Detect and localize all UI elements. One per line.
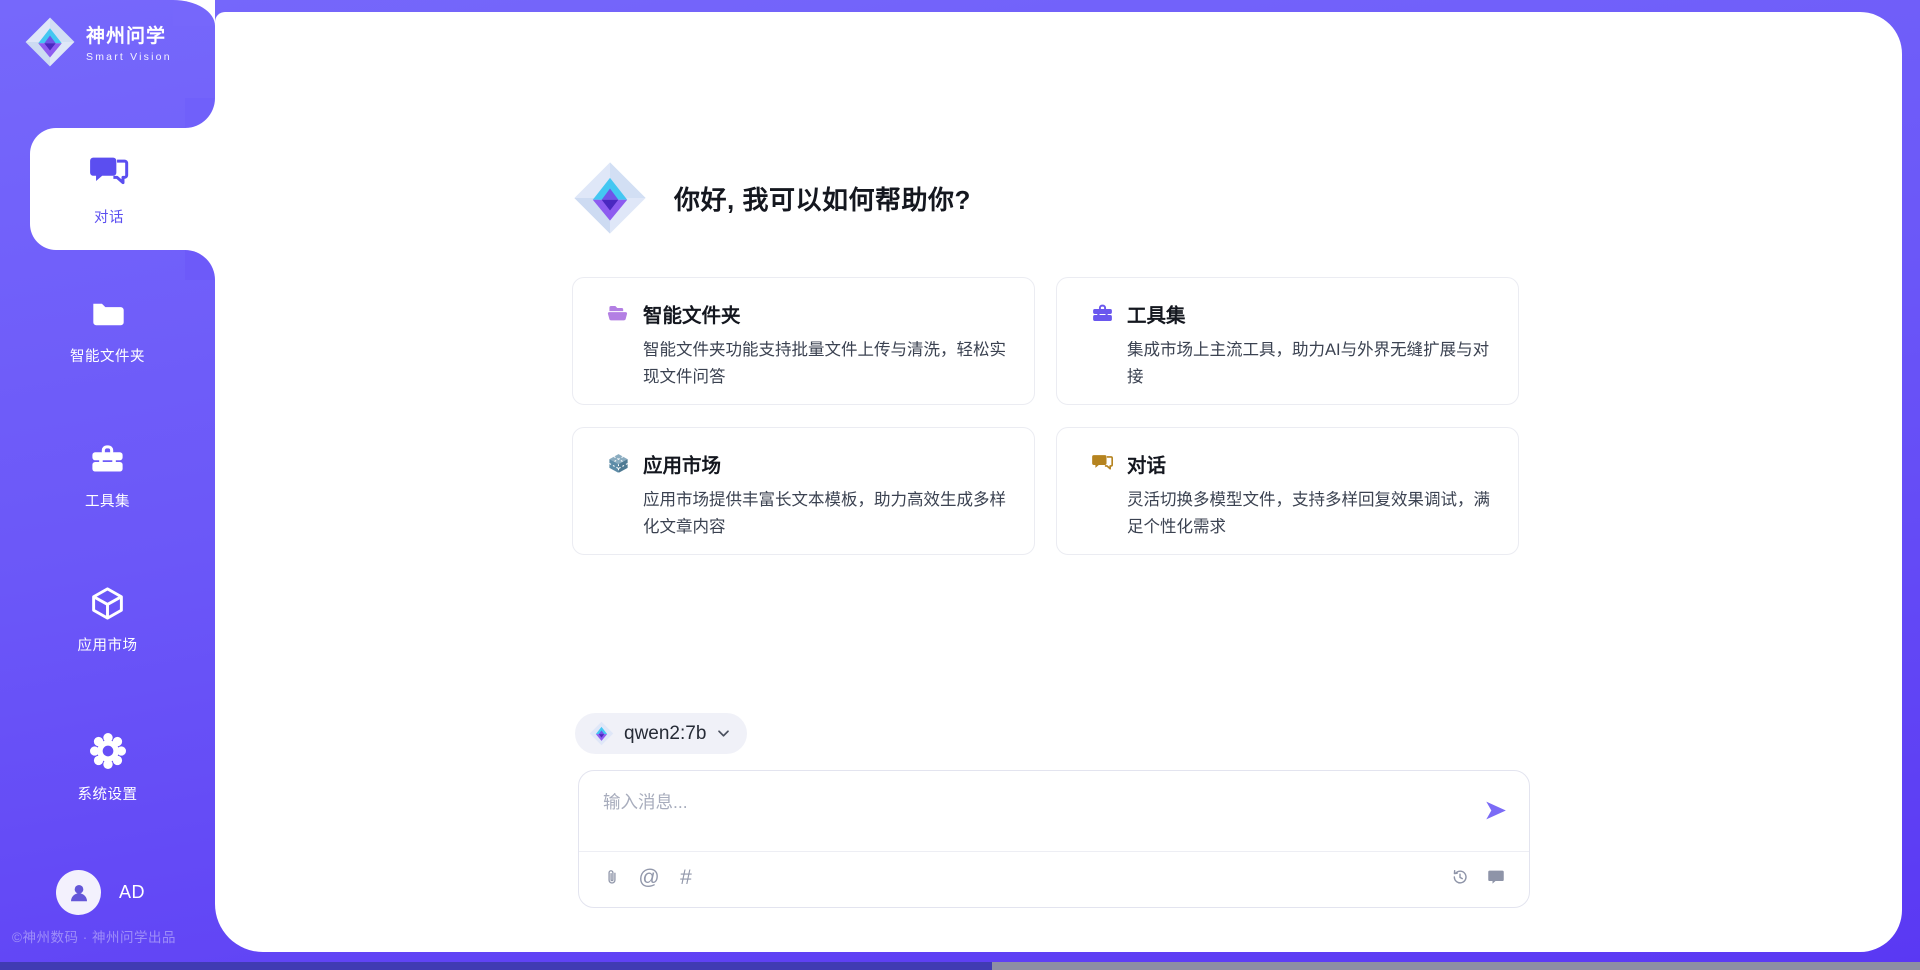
feature-cards: 智能文件夹 智能文件夹功能支持批量文件上传与清洗，轻松实现文件问答 工具集 集成… — [572, 277, 1519, 555]
card-description: 应用市场提供丰富长文本模板，助力高效生成多样化文章内容 — [607, 487, 1010, 540]
app-root: 神州问学 Smart Vision 对话 智能文件夹 工具集 — [0, 0, 1920, 970]
card-title: 智能文件夹 — [643, 299, 741, 328]
message-input[interactable] — [601, 787, 1441, 817]
topic-button[interactable]: # — [675, 866, 697, 888]
at-icon: @ — [638, 867, 659, 888]
sidebar-item-chat[interactable]: 对话 — [30, 128, 215, 250]
sidebar-item-label: 系统设置 — [0, 783, 215, 804]
composer-divider — [579, 851, 1529, 852]
diamond-logo-icon — [572, 160, 648, 236]
sidebar-item-settings[interactable]: 系统设置 — [0, 731, 215, 804]
card-smart-folder[interactable]: 智能文件夹 智能文件夹功能支持批量文件上传与清洗，轻松实现文件问答 — [572, 277, 1035, 405]
send-button[interactable] — [1482, 797, 1509, 824]
composer-tools-right — [1449, 866, 1507, 888]
active-tab-fillet-bottom — [185, 250, 215, 280]
model-selector[interactable]: qwen2:7b — [575, 713, 747, 754]
brand-name: 神州问学 — [86, 21, 172, 48]
model-name: qwen2:7b — [624, 723, 706, 745]
card-description: 集成市场上主流工具，助力AI与外界无缝扩展与对接 — [1091, 337, 1494, 390]
sidebar-item-app-market[interactable]: 应用市场 — [0, 585, 215, 655]
brand: 神州问学 Smart Vision — [24, 16, 172, 68]
user-account[interactable]: AD — [56, 870, 145, 915]
brand-subtitle: Smart Vision — [86, 51, 172, 63]
user-name: AD — [119, 882, 145, 903]
scrollbar-thumb[interactable] — [0, 962, 992, 970]
mention-button[interactable]: @ — [638, 866, 660, 888]
diamond-logo-icon — [24, 16, 76, 68]
cube-grid-icon — [607, 452, 630, 475]
card-description: 灵活切换多模型文件，支持多样回复效果调试，满足个性化需求 — [1091, 487, 1494, 540]
sidebar-item-label: 智能文件夹 — [0, 345, 215, 366]
sidebar-item-smart-folder[interactable]: 智能文件夹 — [0, 296, 215, 366]
paperclip-icon — [602, 867, 622, 887]
horizontal-scrollbar[interactable] — [0, 962, 1920, 970]
card-title: 对话 — [1127, 449, 1166, 478]
sidebar-item-toolset[interactable]: 工具集 — [0, 441, 215, 511]
folder-icon — [89, 296, 126, 333]
composer-tools-left: @ # — [601, 866, 697, 888]
briefcase-icon — [89, 441, 126, 478]
active-tab-fillet-top — [185, 98, 215, 128]
card-description: 智能文件夹功能支持批量文件上传与清洗，轻松实现文件问答 — [607, 337, 1010, 390]
chevron-down-icon — [716, 726, 731, 741]
card-chat[interactable]: 对话 灵活切换多模型文件，支持多样回复效果调试，满足个性化需求 — [1056, 427, 1519, 555]
new-chat-button[interactable] — [1485, 866, 1507, 888]
composer: @ # — [578, 770, 1530, 908]
hash-icon: # — [680, 867, 692, 888]
sidebar-item-label: 应用市场 — [0, 634, 215, 655]
send-icon — [1482, 797, 1509, 824]
diamond-logo-icon — [589, 721, 614, 746]
card-toolset[interactable]: 工具集 集成市场上主流工具，助力AI与外界无缝扩展与对接 — [1056, 277, 1519, 405]
greeting-row: 你好, 我可以如何帮助你? — [572, 160, 971, 236]
attach-file-button[interactable] — [601, 866, 623, 888]
card-app-market[interactable]: 应用市场 应用市场提供丰富长文本模板，助力高效生成多样化文章内容 — [572, 427, 1035, 555]
chat-icon — [1091, 452, 1114, 475]
card-title: 工具集 — [1127, 299, 1186, 328]
comment-icon — [1486, 867, 1506, 887]
sidebar-item-label: 对话 — [30, 206, 188, 227]
copyright-footer: ©神州数码 · 神州问学出品 — [12, 926, 176, 946]
folder-open-icon — [607, 302, 630, 325]
chat-icon — [88, 152, 130, 194]
main-panel: 你好, 我可以如何帮助你? 智能文件夹 智能文件夹功能支持批量文件上传与清洗，轻… — [215, 12, 1902, 952]
cube-icon — [89, 585, 126, 622]
panel-top-flare — [173, 0, 215, 26]
sidebar-item-label: 工具集 — [0, 490, 215, 511]
card-title: 应用市场 — [643, 449, 721, 478]
history-icon — [1450, 867, 1470, 887]
gear-icon — [88, 731, 128, 771]
avatar — [56, 870, 101, 915]
greeting-text: 你好, 我可以如何帮助你? — [674, 180, 971, 217]
history-button[interactable] — [1449, 866, 1471, 888]
briefcase-icon — [1091, 302, 1114, 325]
person-icon — [66, 880, 92, 906]
